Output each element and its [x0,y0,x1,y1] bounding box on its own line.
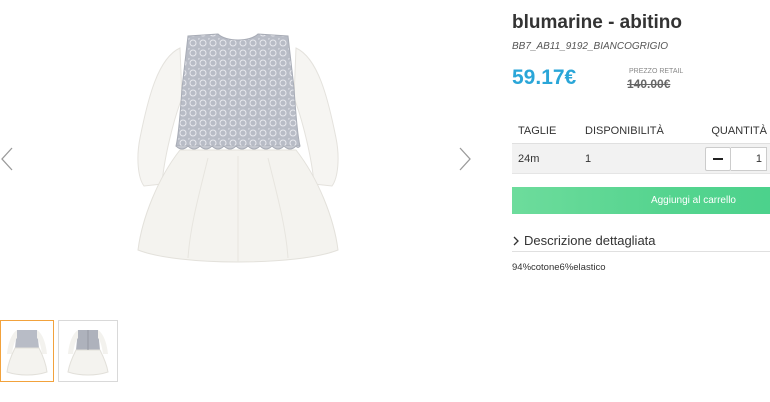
product-info: blumarine - abitino BB7_AB11_9192_BIANCO… [512,0,770,402]
description-toggle-label: Descrizione dettagliata [524,233,656,248]
quantity-input[interactable] [731,146,767,171]
product-main-image [118,28,358,278]
chevron-right-icon [512,236,522,246]
product-sku: BB7_AB11_9192_BIANCOGRIGIO [512,41,669,52]
minus-icon [713,157,723,160]
header-quantity: QUANTITÀ [711,124,767,137]
product-page: blumarine - abitino BB7_AB11_9192_BIANCO… [0,0,770,402]
table-row: 24m 1 [512,144,770,174]
description-text: 94%cotone6%elastico [512,262,606,273]
product-title: blumarine - abitino [512,12,682,33]
thumbnail-2[interactable] [58,320,118,382]
header-availability: DISPONIBILITÀ [585,124,664,137]
variant-table: TAGLIE DISPONIBILITÀ QUANTITÀ 24m 1 [512,118,770,174]
row-size: 24m [518,152,540,165]
add-to-cart-button[interactable]: Aggiungi al carrello [512,187,770,214]
chevron-right-icon [459,147,471,171]
retail-price: 140.00€ [627,77,671,91]
retail-price-label: PREZZO RETAIL [629,68,684,75]
header-size: TAGLIE [518,124,557,137]
thumbnail-1[interactable] [0,320,54,382]
gallery-next-button[interactable] [458,146,478,172]
row-availability: 1 [585,152,592,165]
product-price: 59.17€ [512,66,577,89]
quantity-decrease-button[interactable] [705,146,731,171]
gallery-prev-button[interactable] [0,146,20,172]
thumbnail-strip [0,320,118,382]
variant-table-header: TAGLIE DISPONIBILITÀ QUANTITÀ [512,118,770,144]
chevron-left-icon [1,147,13,171]
product-gallery [0,0,490,402]
quantity-stepper [695,146,770,171]
description-toggle[interactable]: Descrizione dettagliata [512,230,770,252]
